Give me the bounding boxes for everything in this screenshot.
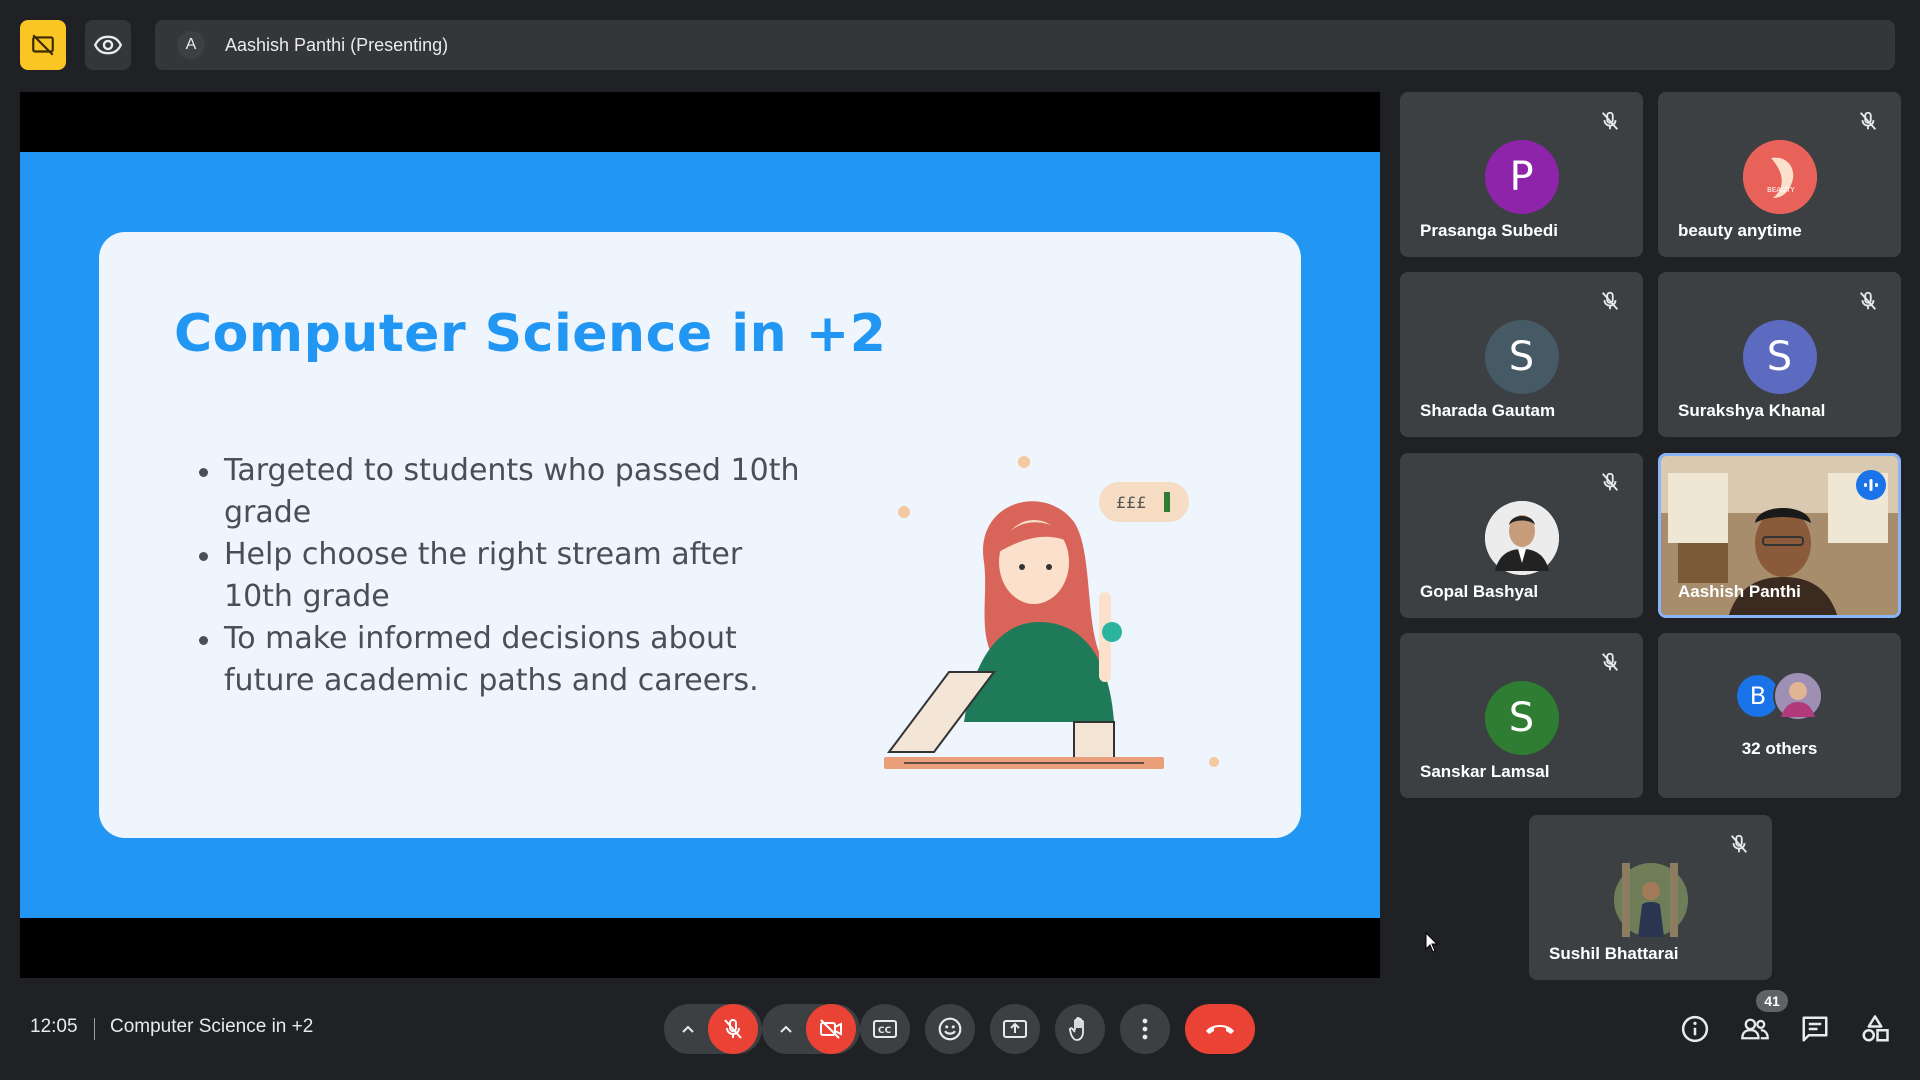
participant-tile[interactable]: BEAUTY beauty anytime [1658,92,1901,257]
mouse-cursor-icon [1425,932,1439,953]
presenter-banner: A Aashish Panthi (Presenting) [155,20,1895,70]
raise-hand-button[interactable] [1055,1004,1105,1054]
emoji-icon [938,1017,962,1041]
participant-tile[interactable]: S Surakshya Khanal [1658,272,1901,437]
participant-tile[interactable]: S Sanskar Lamsal [1400,633,1643,798]
meet-window: A Aashish Panthi (Presenting) Computer S… [0,0,1920,1080]
stop-presenting-button[interactable] [20,20,66,70]
slide-bullet-list: Targeted to students who passed 10th gra… [199,450,819,702]
divider [94,1018,95,1040]
presentation-stage: Computer Science in +2 Targeted to stude… [20,92,1380,978]
present-to-all-icon [1003,1020,1027,1038]
participant-name: beauty anytime [1678,221,1802,240]
avatar [1484,501,1559,575]
participant-tile[interactable]: P Prasanga Subedi [1400,92,1643,257]
participant-tile-video[interactable]: Aashish Panthi [1658,453,1901,618]
mic-off-icon [1859,111,1877,130]
mic-off-icon [1859,291,1877,310]
others-avatar-photo [1773,671,1823,721]
people-icon[interactable] [1740,1014,1770,1044]
view-presentation-button[interactable] [85,20,131,70]
avatar: S [1484,681,1559,755]
meeting-clock: 12:05 [30,1016,78,1037]
avatar: BEAUTY [1742,140,1817,214]
beauty-logo-icon: BEAUTY [1742,140,1817,214]
participant-name: Aashish Panthi [1678,582,1801,601]
mic-off-button[interactable] [708,1004,758,1054]
shared-slide: Computer Science in +2 Targeted to stude… [20,152,1380,918]
mic-control[interactable] [664,1004,762,1054]
participant-name: Gopal Bashyal [1420,582,1539,601]
info-icon[interactable] [1680,1014,1710,1044]
call-end-icon [1206,1025,1234,1034]
participant-name: Prasanga Subedi [1420,221,1558,240]
chevron-up-icon[interactable] [766,1024,806,1034]
camera-off-button[interactable] [806,1004,856,1054]
leave-call-button[interactable] [1185,1004,1255,1054]
presenter-avatar: A [177,31,205,59]
slide-bullet: To make informed decisions about future … [199,618,819,702]
mic-off-icon [1601,291,1619,310]
participant-tile[interactable]: Sushil Bhattarai [1529,815,1772,980]
participant-name: Surakshya Khanal [1678,401,1826,420]
slide-bullet: Targeted to students who passed 10th gra… [199,450,819,534]
participant-name: Sushil Bhattarai [1549,944,1679,963]
participant-tile[interactable]: Gopal Bashyal [1400,453,1643,618]
more-vert-icon [1142,1018,1148,1040]
participant-name: Sharada Gautam [1420,401,1556,420]
camera-control[interactable] [762,1004,860,1054]
reactions-button[interactable] [925,1004,975,1054]
others-count-label: 32 others [1741,739,1818,758]
meeting-title: Computer Science in +2 [110,1016,314,1037]
present-now-button[interactable] [990,1004,1040,1054]
closed-captions-icon: CC [873,1020,897,1038]
person-photo-icon [1484,501,1559,575]
slide-bullet: Help choose the right stream after 10th … [199,534,819,618]
mic-off-icon [1601,652,1619,671]
hand-icon [1069,1016,1084,1041]
videocam-off-icon [820,1019,842,1039]
avatar: S [1742,320,1817,394]
activities-icon[interactable] [1860,1014,1890,1044]
more-options-button[interactable] [1120,1004,1170,1054]
person-photo-icon [1613,863,1688,937]
chat-icon[interactable] [1800,1014,1830,1044]
chevron-up-icon[interactable] [668,1024,708,1034]
slide-title: Computer Science in +2 [174,304,887,364]
avatar: S [1484,320,1559,394]
student-laptop-illustration: £££ [884,456,1219,769]
present-off-icon [32,34,54,56]
others-tile[interactable]: B 32 others [1658,633,1901,798]
mic-off-icon [724,1019,742,1039]
avatar: P [1484,140,1559,214]
captions-button[interactable]: CC [860,1004,910,1054]
mic-off-icon [1601,472,1619,491]
presenter-label: Aashish Panthi (Presenting) [225,34,449,55]
people-count-badge: 41 [1756,990,1788,1012]
speaking-indicator-icon [1856,470,1886,500]
mic-off-icon [1601,111,1619,130]
participant-name: Sanskar Lamsal [1420,762,1550,781]
participant-tile[interactable]: S Sharada Gautam [1400,272,1643,437]
svg-text:BEAUTY: BEAUTY [1767,186,1795,194]
svg-text:CC: CC [878,1026,892,1036]
avatar [1613,863,1688,937]
thought-bubble-text: £££ [1116,493,1147,512]
slide-card: Computer Science in +2 Targeted to stude… [99,232,1301,838]
eye-icon [94,35,122,55]
mic-off-icon [1730,834,1748,853]
